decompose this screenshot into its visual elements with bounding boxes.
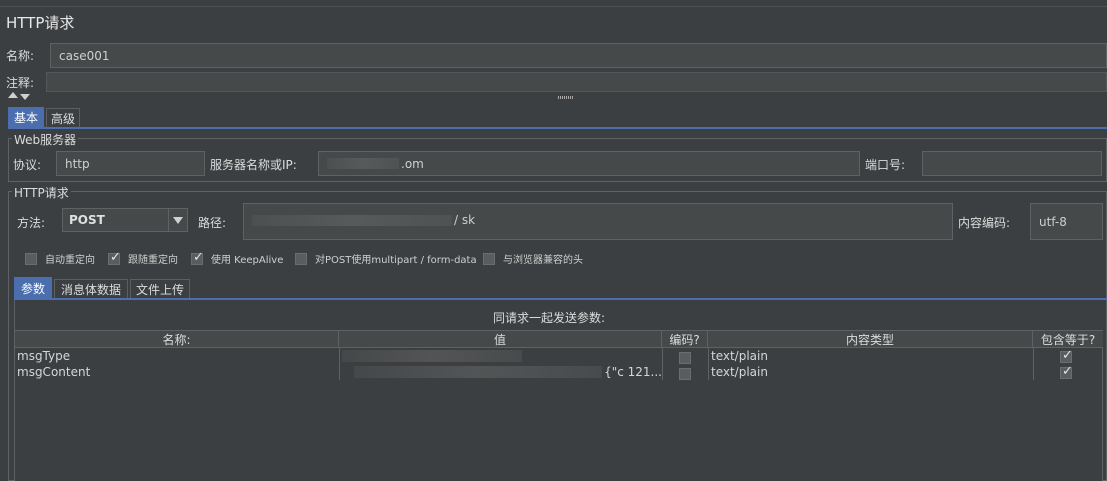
protocol-label: 协议: [13,158,42,172]
comment-label: 注释: [6,76,35,90]
comment-input[interactable] [46,72,1107,92]
col-value-header[interactable]: 值 [339,331,662,348]
option-follow-redirect[interactable]: ✓ 跟随重定向 [108,249,178,266]
include-equals-checkbox[interactable]: ✓ [1060,349,1073,363]
name-label: 名称: [6,49,35,63]
content-type-cell[interactable]: text/plain [709,364,1033,380]
follow-redirect-label: 跟随重定向 [128,255,178,266]
tab-parameters[interactable]: 参数 [14,277,52,298]
dropdown-button[interactable] [168,209,187,231]
web-server-title: Web服务器 [12,131,79,148]
splitter-grip-icon[interactable] [558,96,574,99]
content-type-cell[interactable]: text/plain [709,348,1033,364]
check-icon: ✓ [1062,365,1073,379]
include-equals-cell[interactable]: ✓ [1060,349,1076,365]
tab-basic[interactable]: 基本 [8,107,44,127]
multipart-label: 对POST使用multipart / form-data [315,255,477,266]
follow-redirect-checkbox[interactable]: ✓ [108,249,121,265]
encode-checkbox[interactable] [679,352,691,364]
keepalive-checkbox[interactable]: ✓ [191,249,204,265]
include-equals-cell[interactable]: ✓ [1060,365,1076,381]
protocol-input[interactable]: http [56,151,205,176]
include-equals-checkbox[interactable]: ✓ [1060,365,1073,379]
method-select[interactable]: POST [62,208,188,232]
port-input[interactable] [922,151,1102,176]
browser-headers-checkbox[interactable] [483,252,495,265]
option-browser-headers[interactable]: 与浏览器兼容的头 [483,251,583,266]
auto-redirect-label: 自动重定向 [45,255,95,266]
path-value: / sk [454,213,476,227]
http-request-title: HTTP请求 [12,184,71,201]
param-value-text: {"c 121... [604,365,662,379]
name-input[interactable]: case001 [50,43,1107,68]
path-input[interactable]: / sk [243,203,953,240]
col-divider [1033,348,1034,380]
encode-cell[interactable] [679,366,693,382]
param-name-cell[interactable]: msgType [15,348,339,364]
encoding-label: 内容编码: [958,216,1011,230]
server-value: .om [401,156,424,171]
tab-advanced[interactable]: 高级 [46,108,80,128]
check-icon: ✓ [193,249,204,265]
server-input[interactable]: .om [318,151,860,176]
param-name-cell[interactable]: msgContent [15,364,339,380]
tab-underline [8,127,1107,129]
collapse-down-icon[interactable] [20,94,30,100]
param-value-cell[interactable] [340,348,662,364]
browser-headers-label: 与浏览器兼容的头 [503,255,583,266]
col-content-type-header[interactable]: 内容类型 [708,331,1033,348]
col-encode-header[interactable]: 编码? [662,331,708,348]
port-label: 端口号: [865,158,906,172]
col-name-header[interactable]: 名称: [15,331,339,348]
server-label: 服务器名称或IP: [210,158,297,172]
split-divider[interactable] [0,92,1107,101]
method-label: 方法: [17,216,46,230]
option-keepalive[interactable]: ✓ 使用 KeepAlive [191,249,284,266]
redacted-value [342,350,522,362]
encode-cell[interactable] [679,350,693,366]
tab-file-upload[interactable]: 文件上传 [130,279,190,299]
params-caption: 同请求一起发送参数: [493,311,606,325]
top-divider [0,6,1107,7]
redacted-server [327,158,399,169]
redacted-path [252,215,452,226]
auto-redirect-checkbox[interactable] [25,252,37,265]
check-icon: ✓ [1062,349,1073,363]
param-value-cell[interactable]: {"c 121... [340,364,662,380]
panel-title: HTTP请求 [6,14,75,32]
params-table[interactable]: 名称: 值 编码? 内容类型 包含等于? msgType text/plain … [14,330,1103,481]
redacted-value [353,366,603,378]
method-value: POST [69,213,105,227]
option-auto-redirect[interactable]: 自动重定向 [25,251,95,266]
multipart-checkbox[interactable] [295,252,307,265]
collapse-up-icon[interactable] [8,92,18,98]
encoding-input[interactable]: utf-8 [1030,203,1103,240]
keepalive-label: 使用 KeepAlive [211,255,284,266]
tab-body-data[interactable]: 消息体数据 [54,279,128,299]
encode-checkbox[interactable] [679,368,691,380]
col-divider [662,348,663,380]
option-multipart[interactable]: 对POST使用multipart / form-data [295,251,477,266]
check-icon: ✓ [110,249,121,265]
chevron-down-icon [173,216,183,224]
col-include-equals-header[interactable]: 包含等于? [1033,331,1103,348]
path-label: 路径: [198,216,227,230]
